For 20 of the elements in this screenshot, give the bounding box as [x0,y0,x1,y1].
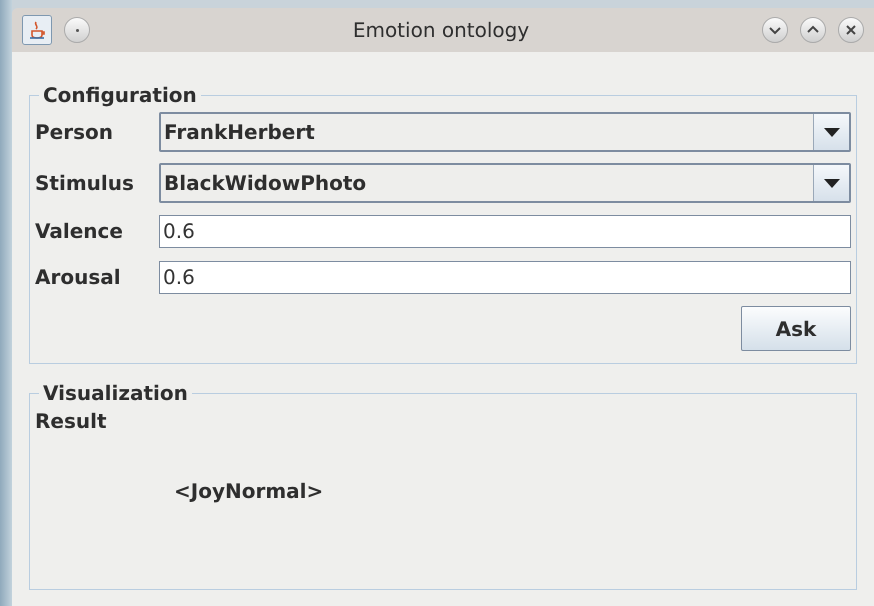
caret-icon [813,114,849,150]
field-label: Stimulus [35,170,135,197]
dropdown[interactable]: FrankHerbert [159,112,851,152]
dropdown[interactable]: BlackWidowPhoto [159,163,851,203]
ask-button[interactable]: Ask [741,306,851,351]
field-label: Person [35,119,114,146]
close-button[interactable] [838,17,864,43]
text-field[interactable]: 0.6 [159,260,851,294]
field-label: Arousal [35,264,122,291]
caret-icon [813,165,849,201]
maximize-button[interactable] [800,17,826,43]
field-label: Valence [35,218,124,245]
panel-title: Configuration [42,82,198,109]
result-value: <JoyNormal> [174,478,324,505]
window-title: Emotion ontology [352,17,530,44]
text-field[interactable]: 0.6 [159,214,851,248]
coffee-cup-icon [22,15,52,45]
result-label: Result [35,408,108,434]
minimize-button[interactable] [762,17,788,43]
panel-title: Visualization [42,380,189,407]
